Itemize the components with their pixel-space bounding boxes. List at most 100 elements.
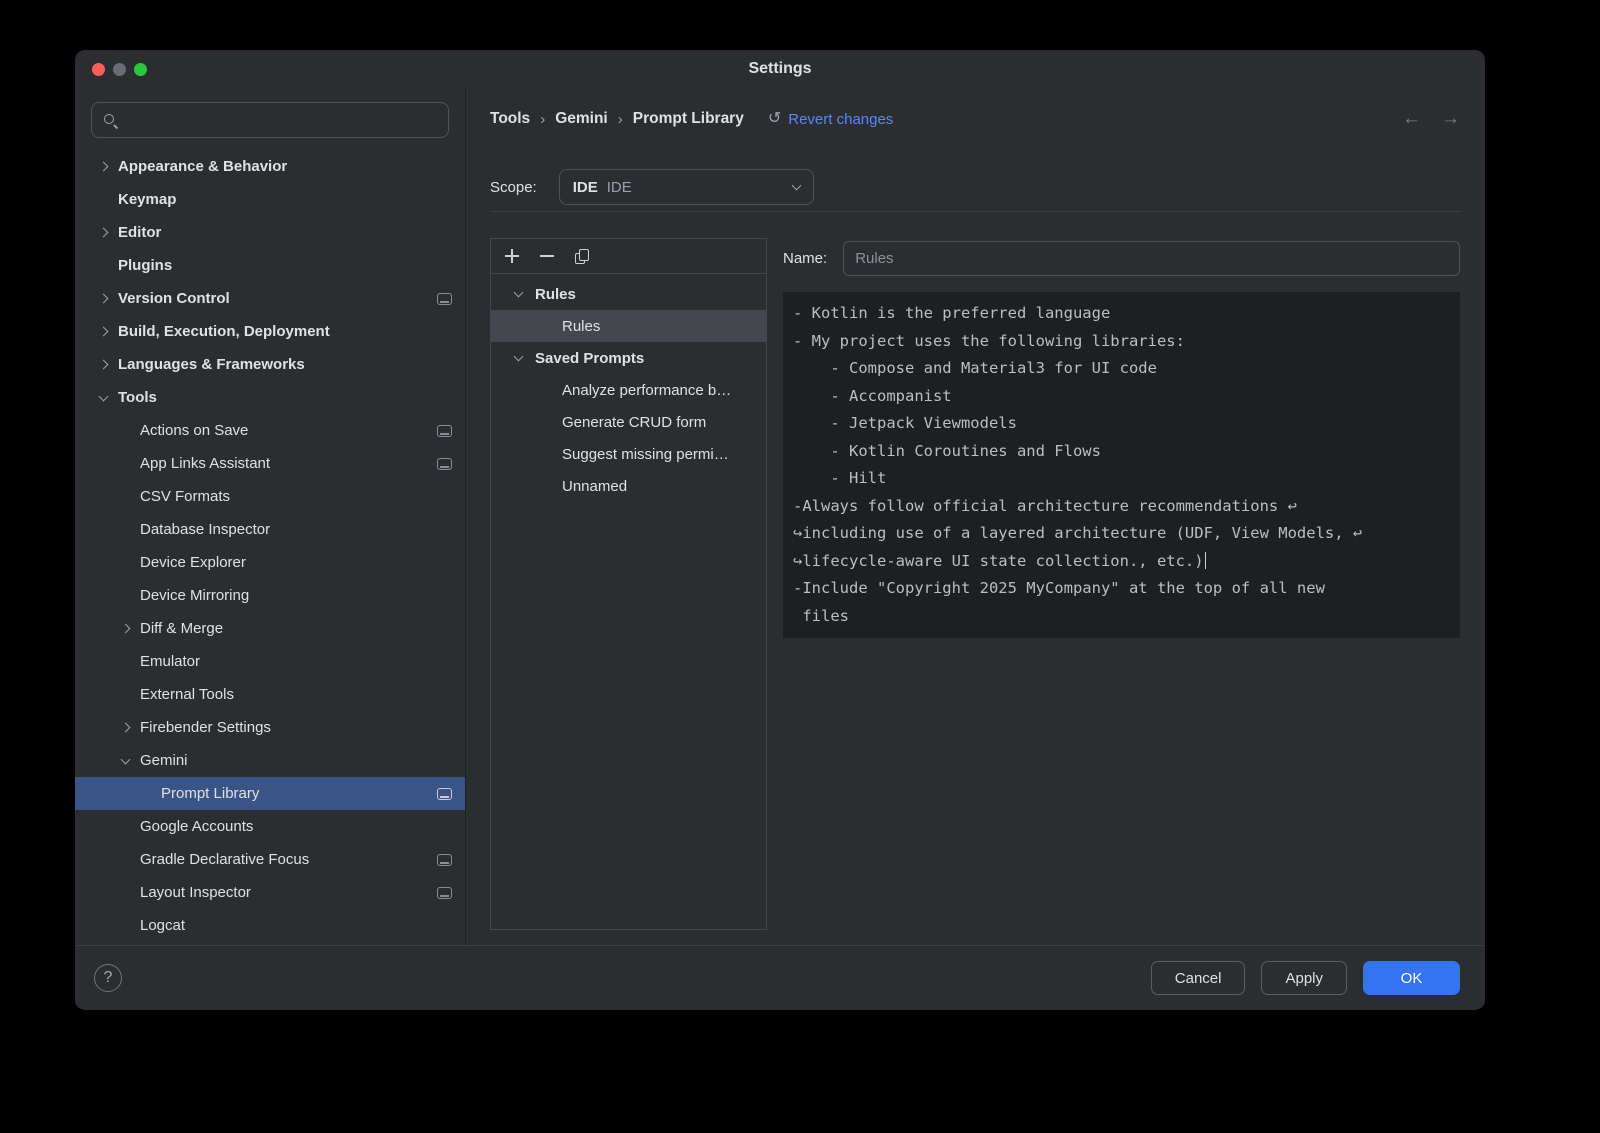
prompt-name-input[interactable]	[843, 241, 1460, 276]
sidebar-item-languages-frameworks[interactable]: Languages & Frameworks	[75, 348, 465, 381]
sidebar-item-actions-on-save[interactable]: Actions on Save	[75, 414, 465, 447]
close-window-button[interactable]	[92, 63, 105, 76]
revert-changes-link[interactable]: ↺ Revert changes	[768, 111, 893, 128]
sidebar-item-label: Tools	[118, 389, 157, 406]
sidebar-item-label: Build, Execution, Deployment	[118, 323, 330, 340]
help-button[interactable]: ?	[94, 964, 122, 992]
prompt-list-panel: Rules Rules Saved Prompts Analyze perfor…	[490, 238, 767, 930]
breadcrumb-gemini[interactable]: Gemini	[555, 110, 608, 128]
prompt-tree: Rules Rules Saved Prompts Analyze perfor…	[491, 274, 766, 502]
chevron-right-icon[interactable]	[99, 162, 109, 172]
prompt-item-label: Generate CRUD form	[562, 414, 706, 431]
help-question-icon: ?	[104, 969, 113, 987]
sidebar-item-layout-inspector[interactable]: Layout Inspector	[75, 876, 465, 909]
chevron-down-icon	[791, 181, 801, 191]
ide-scope-icon	[437, 887, 452, 899]
breadcrumb-separator: ›	[618, 111, 623, 128]
breadcrumb-tools[interactable]: Tools	[490, 110, 530, 128]
dialog-footer: ? Cancel Apply OK	[75, 945, 1485, 1010]
sidebar-item-gemini[interactable]: Gemini	[75, 744, 465, 777]
sidebar-item-logcat[interactable]: Logcat	[75, 909, 465, 942]
sidebar-item-app-links-assistant[interactable]: App Links Assistant	[75, 447, 465, 480]
search-icon	[102, 112, 119, 129]
sidebar-item-diff-merge[interactable]: Diff & Merge	[75, 612, 465, 645]
duplicate-prompt-icon[interactable]	[575, 249, 589, 263]
prompt-text-editor[interactable]: - Kotlin is the preferred language - My …	[783, 292, 1460, 638]
chevron-right-icon[interactable]	[99, 360, 109, 370]
prompt-detail-panel: Name: - Kotlin is the preferred language…	[783, 238, 1460, 930]
prompt-group-saved-prompts[interactable]: Saved Prompts	[491, 342, 766, 374]
revert-changes-label: Revert changes	[788, 111, 893, 128]
sidebar-item-tools[interactable]: Tools	[75, 381, 465, 414]
chevron-down-icon[interactable]	[514, 352, 524, 362]
prompt-item-rules[interactable]: Rules	[491, 310, 766, 342]
ide-scope-icon	[437, 293, 452, 305]
remove-prompt-icon[interactable]	[540, 249, 554, 263]
settings-search-box[interactable]	[91, 102, 449, 138]
prompt-item-suggest-missing-permissions[interactable]: Suggest missing permi…	[491, 438, 766, 470]
sidebar-item-label: App Links Assistant	[140, 455, 270, 472]
sidebar-item-device-mirroring[interactable]: Device Mirroring	[75, 579, 465, 612]
zoom-window-button[interactable]	[134, 63, 147, 76]
chevron-right-icon[interactable]	[121, 624, 131, 634]
sidebar-item-external-tools[interactable]: External Tools	[75, 678, 465, 711]
chevron-down-icon[interactable]	[121, 754, 131, 764]
sidebar-item-gradle-declarative-focus[interactable]: Gradle Declarative Focus	[75, 843, 465, 876]
sidebar-item-label: Editor	[118, 224, 161, 241]
scope-dropdown[interactable]: IDE IDE	[559, 169, 814, 205]
chevron-down-icon[interactable]	[99, 391, 109, 401]
settings-content: Tools › Gemini › Prompt Library ↺ Revert…	[466, 88, 1485, 945]
titlebar: Settings	[75, 50, 1485, 88]
prompt-item-unnamed[interactable]: Unnamed	[491, 470, 766, 502]
sidebar-item-keymap[interactable]: Keymap	[75, 183, 465, 216]
sidebar-item-google-accounts[interactable]: Google Accounts	[75, 810, 465, 843]
chevron-right-icon[interactable]	[99, 327, 109, 337]
sidebar-item-csv-formats[interactable]: CSV Formats	[75, 480, 465, 513]
sidebar-item-plugins[interactable]: Plugins	[75, 249, 465, 282]
chevron-right-icon[interactable]	[121, 723, 131, 733]
scope-value: IDE	[607, 179, 632, 196]
prompt-item-generate-crud-form[interactable]: Generate CRUD form	[491, 406, 766, 438]
editor-line: files	[793, 603, 1450, 631]
sidebar-item-label: Gradle Declarative Focus	[140, 851, 309, 868]
sidebar-item-device-explorer[interactable]: Device Explorer	[75, 546, 465, 579]
sidebar-item-label: Keymap	[118, 191, 176, 208]
cancel-button[interactable]: Cancel	[1151, 961, 1246, 995]
prompt-library-panels: Rules Rules Saved Prompts Analyze perfor…	[490, 238, 1460, 945]
editor-line-with-caret: ↪lifecycle-aware UI state collection., e…	[793, 548, 1450, 576]
sidebar-item-label: Firebender Settings	[140, 719, 271, 736]
sidebar-item-database-inspector[interactable]: Database Inspector	[75, 513, 465, 546]
prompt-group-rules[interactable]: Rules	[491, 278, 766, 310]
forward-arrow-icon[interactable]: →	[1441, 108, 1460, 130]
prompt-item-label: Suggest missing permi…	[562, 446, 729, 463]
sidebar-item-label: Actions on Save	[140, 422, 248, 439]
breadcrumb: Tools › Gemini › Prompt Library ↺ Revert…	[490, 104, 1460, 134]
chevron-down-icon[interactable]	[514, 288, 524, 298]
prompt-name-label: Name:	[783, 250, 827, 267]
sidebar-item-label: Appearance & Behavior	[118, 158, 287, 175]
editor-line: -Always follow official architecture rec…	[793, 493, 1450, 521]
prompt-item-label: Unnamed	[562, 478, 627, 495]
settings-search-input[interactable]	[127, 112, 438, 129]
sidebar-item-editor[interactable]: Editor	[75, 216, 465, 249]
prompt-item-label: Analyze performance b…	[562, 382, 731, 399]
sidebar-item-label: Google Accounts	[140, 818, 253, 835]
scope-tag: IDE	[573, 179, 598, 196]
sidebar-item-label: Emulator	[140, 653, 200, 670]
apply-button[interactable]: Apply	[1261, 961, 1347, 995]
sidebar-item-firebender-settings[interactable]: Firebender Settings	[75, 711, 465, 744]
sidebar-item-version-control[interactable]: Version Control	[75, 282, 465, 315]
sidebar-item-build-execution-deployment[interactable]: Build, Execution, Deployment	[75, 315, 465, 348]
sidebar-item-appearance-behavior[interactable]: Appearance & Behavior	[75, 150, 465, 183]
ok-button[interactable]: OK	[1363, 961, 1460, 995]
prompt-item-analyze-performance[interactable]: Analyze performance b…	[491, 374, 766, 406]
back-arrow-icon[interactable]: ←	[1402, 108, 1421, 130]
chevron-right-icon[interactable]	[99, 228, 109, 238]
scope-label: Scope:	[490, 179, 537, 196]
sidebar-item-prompt-library[interactable]: Prompt Library	[75, 777, 465, 810]
chevron-right-icon[interactable]	[99, 294, 109, 304]
sidebar-item-emulator[interactable]: Emulator	[75, 645, 465, 678]
add-prompt-icon[interactable]	[505, 249, 519, 263]
editor-line: - Accompanist	[793, 383, 1450, 411]
editor-line: - Hilt	[793, 465, 1450, 493]
